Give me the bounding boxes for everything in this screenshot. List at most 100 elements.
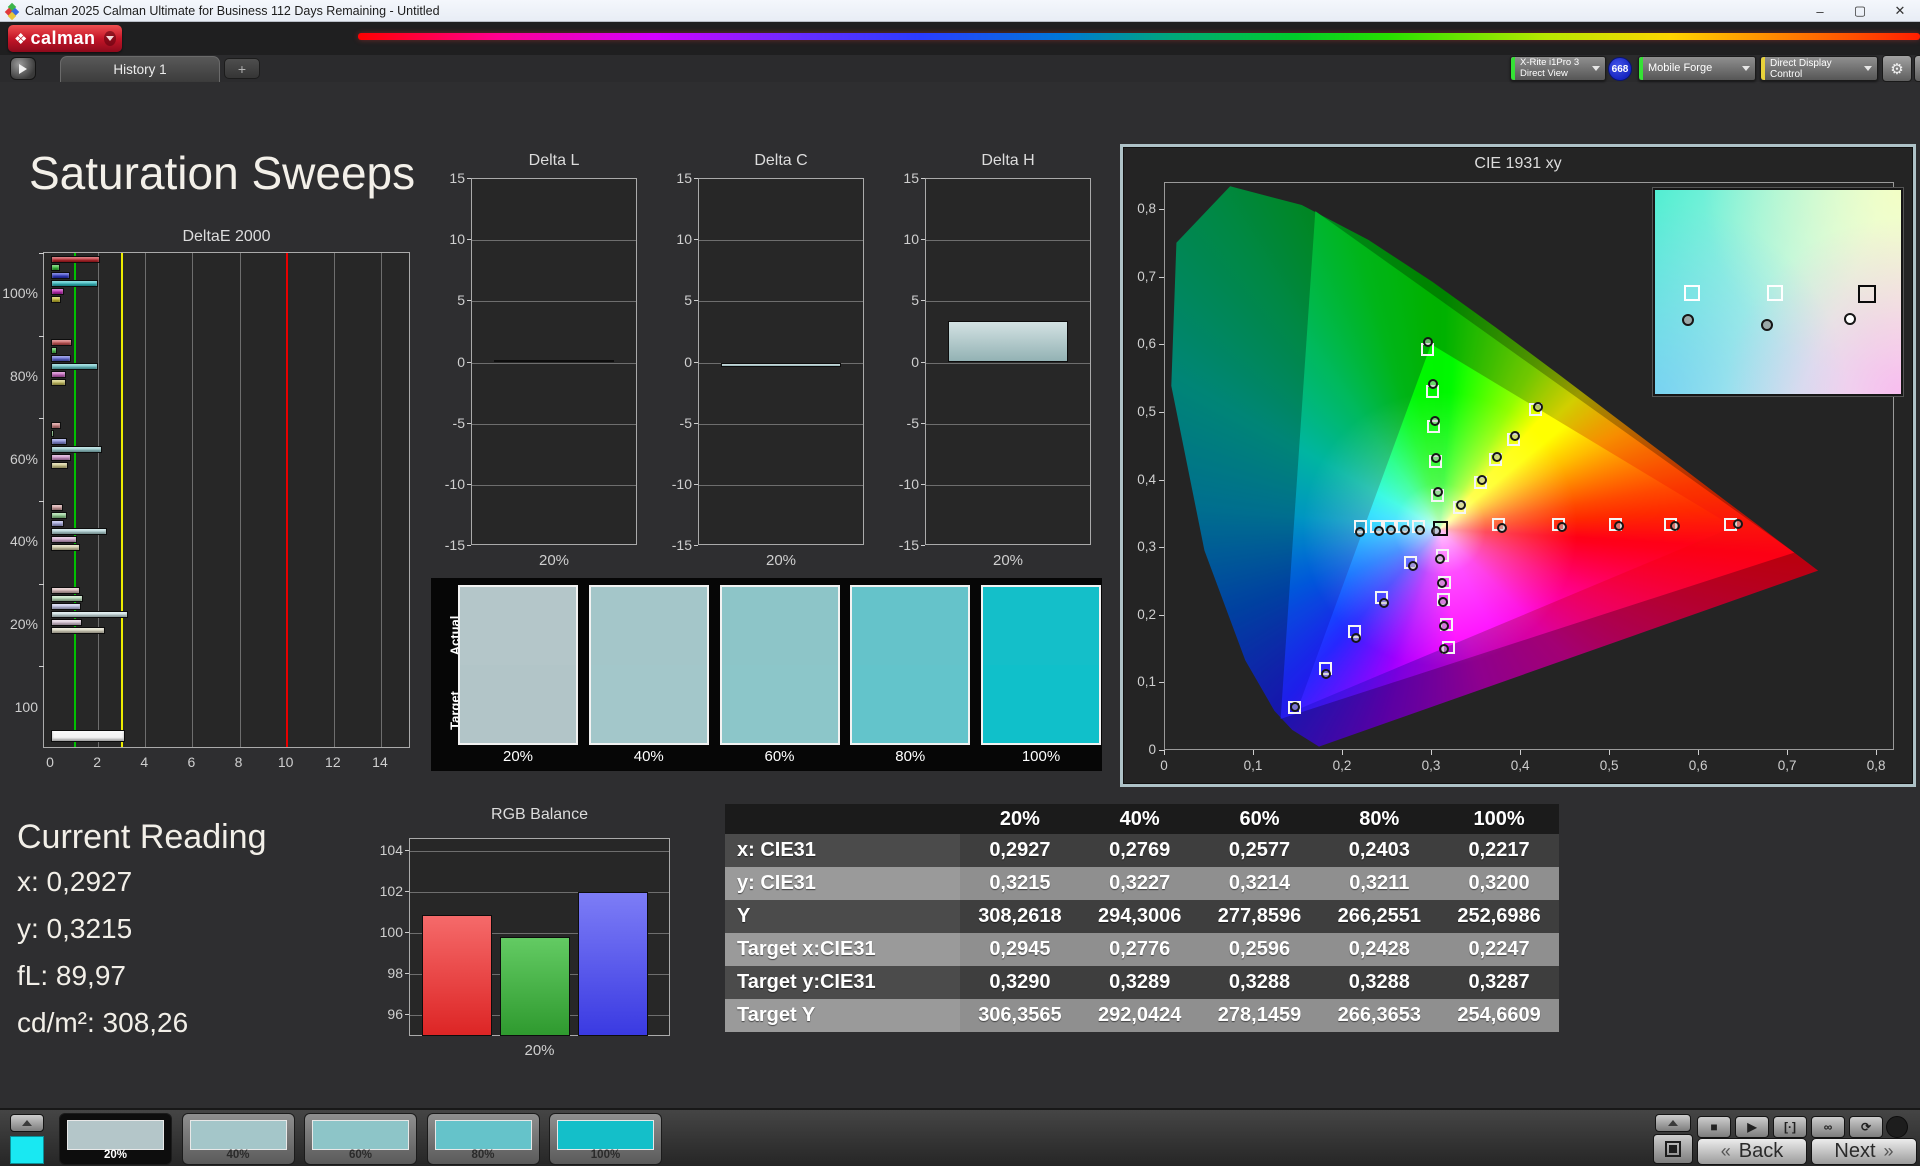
table-cell: 0,2596 xyxy=(1199,933,1320,966)
table-cell: 254,6609 xyxy=(1439,999,1559,1032)
y-tick-label: 15 xyxy=(449,170,465,186)
chevron-double-right-icon: » xyxy=(1883,1141,1894,1161)
chevron-double-left-icon: « xyxy=(1720,1141,1731,1161)
play-button[interactable]: ▶ xyxy=(1735,1116,1769,1138)
display-control-name: Direct Display Control xyxy=(1770,57,1832,80)
y-tick xyxy=(467,422,471,424)
meter-count-badge[interactable]: 668 xyxy=(1608,57,1632,81)
y-tick-label: -5 xyxy=(452,414,465,431)
inset-measured-circle xyxy=(1843,312,1856,325)
pattern-level-100%[interactable]: 100% xyxy=(549,1113,662,1165)
pattern-level-60%[interactable]: 60% xyxy=(304,1113,417,1165)
pattern-level-swatch xyxy=(67,1120,164,1150)
y-tick xyxy=(921,422,925,424)
calman-menu-button[interactable]: ❖ calman xyxy=(8,25,122,52)
meter-dropdown[interactable]: X-Rite i1Pro 3 Direct View xyxy=(1510,56,1606,81)
tab-row: History 1 + X-Rite i1Pro 3 Direct View 6… xyxy=(0,55,1920,82)
table-row: y: CIE31 0,3215 0,3227 0,3214 0,3211 0,3200 xyxy=(725,867,1559,900)
x-tick xyxy=(1431,750,1433,755)
refresh-button[interactable]: ⟳ xyxy=(1849,1116,1883,1138)
y-tick-label: 0,7 xyxy=(1137,268,1156,284)
rgb-bar-blue xyxy=(578,892,648,1036)
history-expand-button[interactable] xyxy=(10,57,36,80)
y-tick xyxy=(694,300,698,302)
next-button[interactable]: Next » xyxy=(1811,1138,1917,1165)
y-tick xyxy=(405,972,409,974)
deltae-bar xyxy=(51,595,83,602)
pattern-level-20%[interactable]: 20% xyxy=(59,1113,172,1165)
deltae-bar xyxy=(51,256,100,264)
pattern-panel-expand-button[interactable] xyxy=(10,1114,44,1132)
tab-history-1[interactable]: History 1 xyxy=(60,56,220,82)
calman-wordmark: calman xyxy=(30,28,96,48)
collapse-panel-button[interactable]: ◀ xyxy=(1914,55,1920,82)
x-tick xyxy=(1876,750,1878,755)
settings-button[interactable]: ⚙ xyxy=(1882,55,1912,82)
y-group-label: 60% xyxy=(9,450,38,467)
pattern-level-40%[interactable]: 40% xyxy=(181,1113,295,1165)
deltae-bar xyxy=(51,371,66,378)
table-cell: 0,3227 xyxy=(1079,867,1200,900)
gridline xyxy=(472,240,636,242)
patch-size-icon xyxy=(1665,1141,1681,1157)
deltae-bar xyxy=(51,603,81,610)
y-tick-label: -15 xyxy=(444,537,465,553)
y-group-label: 20% xyxy=(9,616,38,632)
actual-target-swatch xyxy=(719,585,840,745)
x-tick-label: 0 xyxy=(1160,758,1168,773)
pattern-preview-patch[interactable] xyxy=(10,1136,44,1164)
deltae-bar xyxy=(51,347,57,354)
deltae-bar xyxy=(51,587,80,594)
loop-range-button[interactable]: [·] xyxy=(1773,1116,1807,1138)
x-tick-label: 10 xyxy=(277,754,294,770)
deltae-bar xyxy=(51,729,125,742)
deltae-bar xyxy=(51,355,72,362)
add-tab-button[interactable]: + xyxy=(224,58,260,79)
x-tick-label: 0,2 xyxy=(1332,758,1352,773)
y-tick xyxy=(694,545,698,546)
y-tick xyxy=(467,483,471,485)
deltae-bar xyxy=(51,453,71,461)
y-tick-label: 0,1 xyxy=(1137,674,1156,690)
calman-menu-dropdown[interactable] xyxy=(103,31,116,46)
chevron-down-icon xyxy=(105,36,114,41)
pattern-level-swatch xyxy=(189,1120,287,1150)
x-category-label: 20% xyxy=(765,552,797,569)
continuous-button[interactable]: ∞ xyxy=(1811,1116,1845,1138)
gridline xyxy=(472,423,636,425)
table-cell: 0,2769 xyxy=(1079,834,1200,867)
display-control-dropdown[interactable]: Direct Display Control xyxy=(1760,56,1878,81)
y-tick-label: 0,6 xyxy=(1137,336,1156,352)
deltae-bar xyxy=(51,504,64,512)
x-category-label: 20% xyxy=(524,1042,555,1059)
y-tick xyxy=(405,891,409,893)
pattern-level-label: 80% xyxy=(471,1149,495,1161)
close-button[interactable]: ✕ xyxy=(1880,0,1920,22)
source-dropdown[interactable]: Mobile Forge xyxy=(1638,56,1756,81)
inset-measured-circle xyxy=(1761,319,1774,332)
cie-measured-magenta xyxy=(1437,596,1448,607)
pattern-level-80%[interactable]: 80% xyxy=(426,1113,540,1165)
y-tick xyxy=(694,178,698,179)
stop-button[interactable]: ■ xyxy=(1697,1116,1731,1138)
maximize-button[interactable]: ▢ xyxy=(1840,0,1880,22)
y-tick xyxy=(694,361,698,363)
play-icon xyxy=(19,63,27,74)
y-tick xyxy=(467,545,471,546)
x-tick-label: 0 xyxy=(46,754,54,770)
x-tick-label: 0,7 xyxy=(1777,758,1797,773)
y-tick xyxy=(1159,750,1164,751)
deltae-bar xyxy=(51,611,129,618)
y-tick-label: 15 xyxy=(903,170,919,186)
column-header: 80% xyxy=(1319,804,1440,834)
transport-panel-expand-button[interactable] xyxy=(1655,1114,1691,1132)
deltae-bar xyxy=(51,536,77,544)
y-tick-label: 0 xyxy=(684,353,692,370)
pattern-window-button[interactable] xyxy=(1653,1134,1693,1164)
back-button[interactable]: « Back xyxy=(1697,1138,1807,1165)
table-cell: 0,3289 xyxy=(1079,966,1200,999)
calman-window: Calman 2025 Calman Ultimate for Business… xyxy=(0,0,1920,1166)
minimize-button[interactable]: – xyxy=(1800,0,1840,22)
chevron-down-icon xyxy=(1864,66,1872,71)
x-tick-label: 0,5 xyxy=(1599,758,1619,773)
